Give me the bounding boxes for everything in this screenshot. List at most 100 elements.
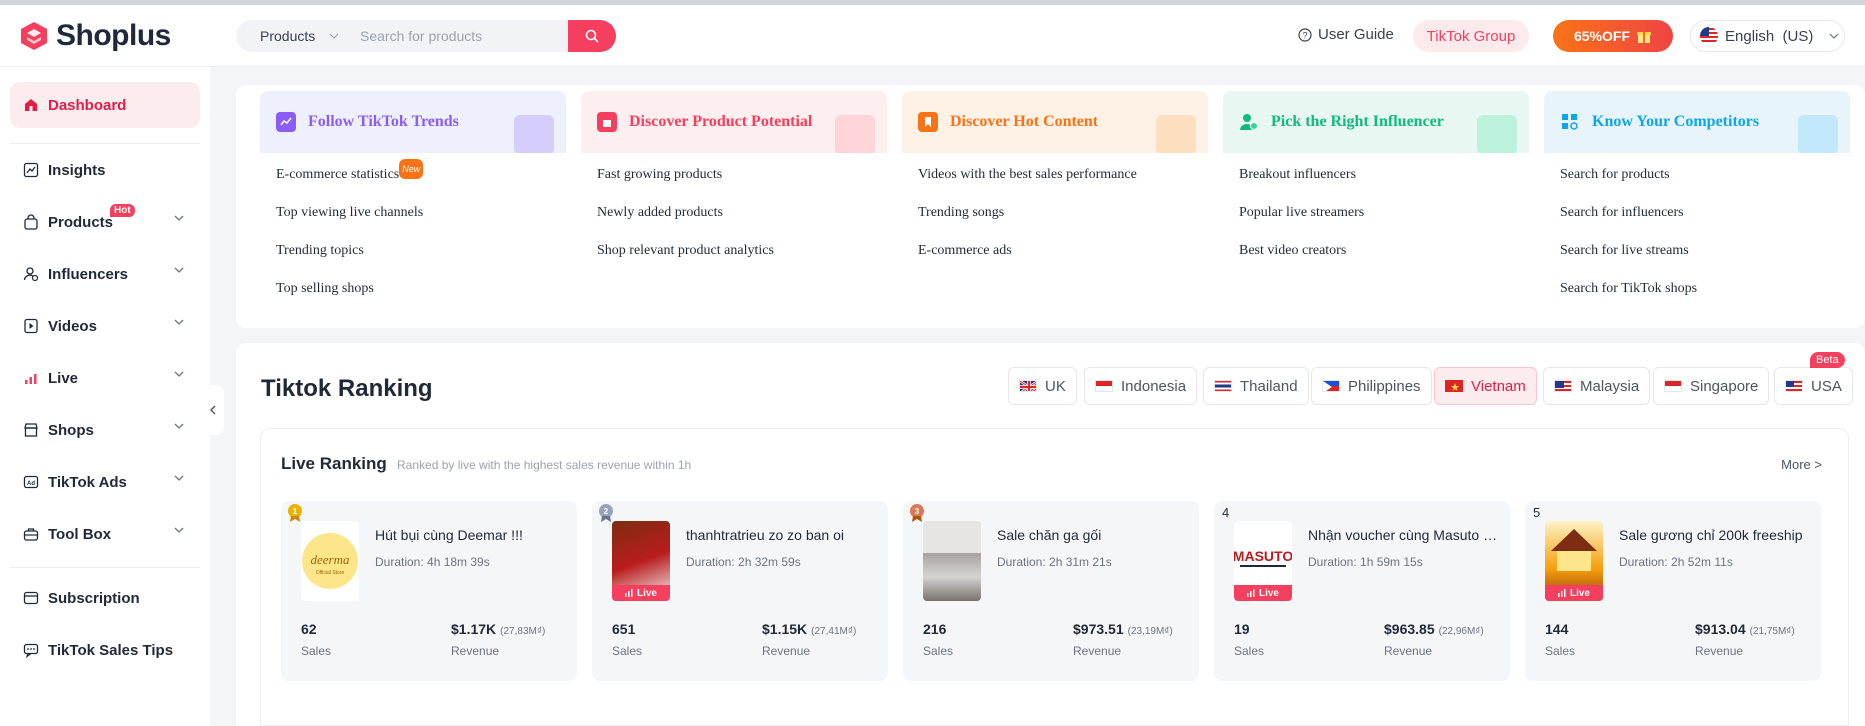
sidebar: Dashboard Insights Products Hot Influenc…: [0, 67, 210, 726]
rank-number: 4: [1222, 505, 1230, 520]
feature-link-label: E-commerce statistics: [276, 167, 400, 182]
influencer-icon: [1239, 112, 1259, 132]
sidebar-collapse-button[interactable]: [202, 385, 224, 435]
live-ranking-card[interactable]: 5 Live Sale gương chỉ 200k freeship Dura…: [1525, 501, 1821, 681]
revenue-label: Revenue: [1073, 644, 1122, 658]
uk-flag-icon: [1019, 380, 1037, 392]
sales-label: Sales: [923, 644, 954, 658]
feature-header-products[interactable]: Discover Product Potential: [581, 91, 887, 153]
country-tab-singapore[interactable]: Singapore: [1653, 367, 1770, 405]
feature-title: Pick the Right Influencer: [1271, 113, 1444, 130]
feature-header-influencers[interactable]: Pick the Right Influencer: [1223, 91, 1529, 153]
beta-badge: Beta: [1810, 352, 1845, 368]
sidebar-item-live[interactable]: Live: [10, 355, 200, 401]
country-label: Malaysia: [1580, 377, 1640, 395]
live-bars-icon: [1557, 589, 1566, 597]
language-select[interactable]: English (US): [1690, 20, 1845, 52]
feature-link[interactable]: Search for TikTok shops: [1560, 279, 1850, 317]
feature-header-competitors[interactable]: Know Your Competitors: [1544, 91, 1850, 153]
user-guide-label: User Guide: [1318, 26, 1394, 43]
sidebar-item-tool-box[interactable]: Tool Box: [10, 511, 200, 557]
sidebar-item-tiktok-sales-tips[interactable]: TikTok Sales Tips: [10, 627, 200, 673]
live-thumbnail: Live: [1545, 521, 1603, 601]
svg-text:1: 1: [293, 507, 298, 516]
feature-shortcuts-panel: Follow TikTok Trends E-commerce statisti…: [236, 85, 1865, 328]
feature-link[interactable]: Trending songs: [918, 203, 1208, 241]
live-thumbnail: deerma Official Store: [301, 521, 359, 601]
sidebar-item-insights[interactable]: Insights: [10, 147, 200, 193]
promo-discount-button[interactable]: 65%OFF: [1553, 20, 1673, 52]
country-tab-vietnam[interactable]: Vietnam: [1434, 367, 1537, 405]
svg-text:Ad: Ad: [27, 481, 35, 487]
feature-link[interactable]: Trending topics: [276, 241, 566, 279]
bag-icon: [597, 112, 617, 132]
svg-text:deerma: deerma: [311, 552, 350, 567]
sidebar-item-videos[interactable]: Videos: [10, 303, 200, 349]
feature-link[interactable]: Top viewing live channels: [276, 203, 566, 241]
sales-label: Sales: [301, 644, 332, 658]
search-button[interactable]: [568, 20, 616, 52]
live-ranking-card[interactable]: 3 Sale chăn ga gối Duration: 2h 31m 21s …: [903, 501, 1199, 681]
country-tab-indonesia[interactable]: Indonesia: [1084, 367, 1198, 405]
sidebar-item-label: Insights: [48, 161, 106, 179]
feature-link[interactable]: Popular live streamers: [1239, 203, 1529, 241]
feature-link[interactable]: Top selling shops: [276, 279, 566, 317]
feature-link[interactable]: Newly added products: [597, 203, 887, 241]
revenue-label: Revenue: [1695, 644, 1744, 658]
feature-link[interactable]: Search for live streams: [1560, 241, 1850, 279]
live-ranking-card[interactable]: 4 MASUTO Live Nhận voucher cùng Masuto n…: [1214, 501, 1510, 681]
search-input[interactable]: [360, 28, 560, 44]
country-tab-philippines[interactable]: Philippines: [1311, 367, 1432, 405]
svg-text:MASUTO: MASUTO: [1234, 548, 1292, 564]
feature-link[interactable]: E-commerce statistics New: [276, 159, 566, 203]
sidebar-divider: [10, 143, 200, 144]
country-label: UK: [1045, 377, 1066, 395]
sidebar-item-subscription[interactable]: Subscription: [10, 575, 200, 621]
live-title: Hút bụi cùng Deemar !!!: [375, 527, 523, 543]
bookmark-icon: [918, 112, 938, 132]
chevron-down-icon: [174, 267, 184, 273]
live-duration: Duration: 2h 52m 11s: [1619, 555, 1733, 569]
live-ranking-card[interactable]: 1 deerma Official Store Hút bụi cùng Deem…: [281, 501, 577, 681]
feature-header-content[interactable]: Discover Hot Content: [902, 91, 1208, 153]
feature-link[interactable]: Search for influencers: [1560, 203, 1850, 241]
user-guide-link[interactable]: ? User Guide: [1298, 26, 1394, 43]
country-tab-thailand[interactable]: Thailand: [1203, 367, 1309, 405]
revenue-value: $1.17K (27,83M₫): [451, 621, 546, 637]
country-label: Indonesia: [1121, 377, 1187, 395]
search-category-select[interactable]: Products: [236, 28, 360, 44]
more-link[interactable]: More >: [1781, 457, 1822, 472]
feature-link[interactable]: Best video creators: [1239, 241, 1529, 279]
sidebar-item-influencers[interactable]: Influencers: [10, 251, 200, 297]
feature-link[interactable]: Videos with the best sales performance: [918, 165, 1208, 203]
sidebar-item-shops[interactable]: Shops: [10, 407, 200, 453]
feature-link[interactable]: Breakout influencers: [1239, 165, 1529, 203]
brand-name: Shoplus: [56, 19, 171, 52]
feature-link[interactable]: Search for products: [1560, 165, 1850, 203]
tiktok-group-button[interactable]: TikTok Group: [1413, 20, 1529, 52]
feature-link[interactable]: E-commerce ads: [918, 241, 1208, 279]
sidebar-item-products[interactable]: Products Hot: [10, 199, 200, 245]
sales-value: 62: [301, 621, 317, 637]
chevron-down-icon: [1829, 33, 1839, 39]
hot-badge: Hot: [110, 204, 135, 217]
live-ranking-card[interactable]: 2 Live thanhtratrieu zo zo ban oi Durati…: [592, 501, 888, 681]
chevron-left-icon: [210, 405, 216, 415]
country-tab-malaysia[interactable]: Malaysia: [1543, 367, 1651, 405]
brand-logo[interactable]: Shoplus: [18, 19, 171, 53]
sidebar-item-tiktok-ads[interactable]: Ad TikTok Ads: [10, 459, 200, 505]
country-tab-uk[interactable]: UK: [1008, 367, 1077, 405]
feature-header-trends[interactable]: Follow TikTok Trends: [260, 91, 566, 153]
shop-icon: [22, 421, 40, 439]
country-tab-usa[interactable]: USA: [1774, 367, 1853, 405]
feature-title: Discover Product Potential: [629, 113, 813, 130]
product-decoration-icon: [835, 115, 875, 153]
feature-link[interactable]: Shop relevant product analytics: [597, 241, 887, 279]
singapore-flag-icon: [1664, 380, 1682, 392]
feature-link[interactable]: Fast growing products: [597, 165, 887, 203]
svg-text:?: ?: [1302, 30, 1307, 40]
revenue-label: Revenue: [1384, 644, 1433, 658]
chevron-down-icon: [174, 319, 184, 325]
tiktok-ranking-panel: Tiktok Ranking UK Indonesia Thailand Phi…: [236, 343, 1865, 726]
sidebar-item-dashboard[interactable]: Dashboard: [10, 82, 200, 128]
